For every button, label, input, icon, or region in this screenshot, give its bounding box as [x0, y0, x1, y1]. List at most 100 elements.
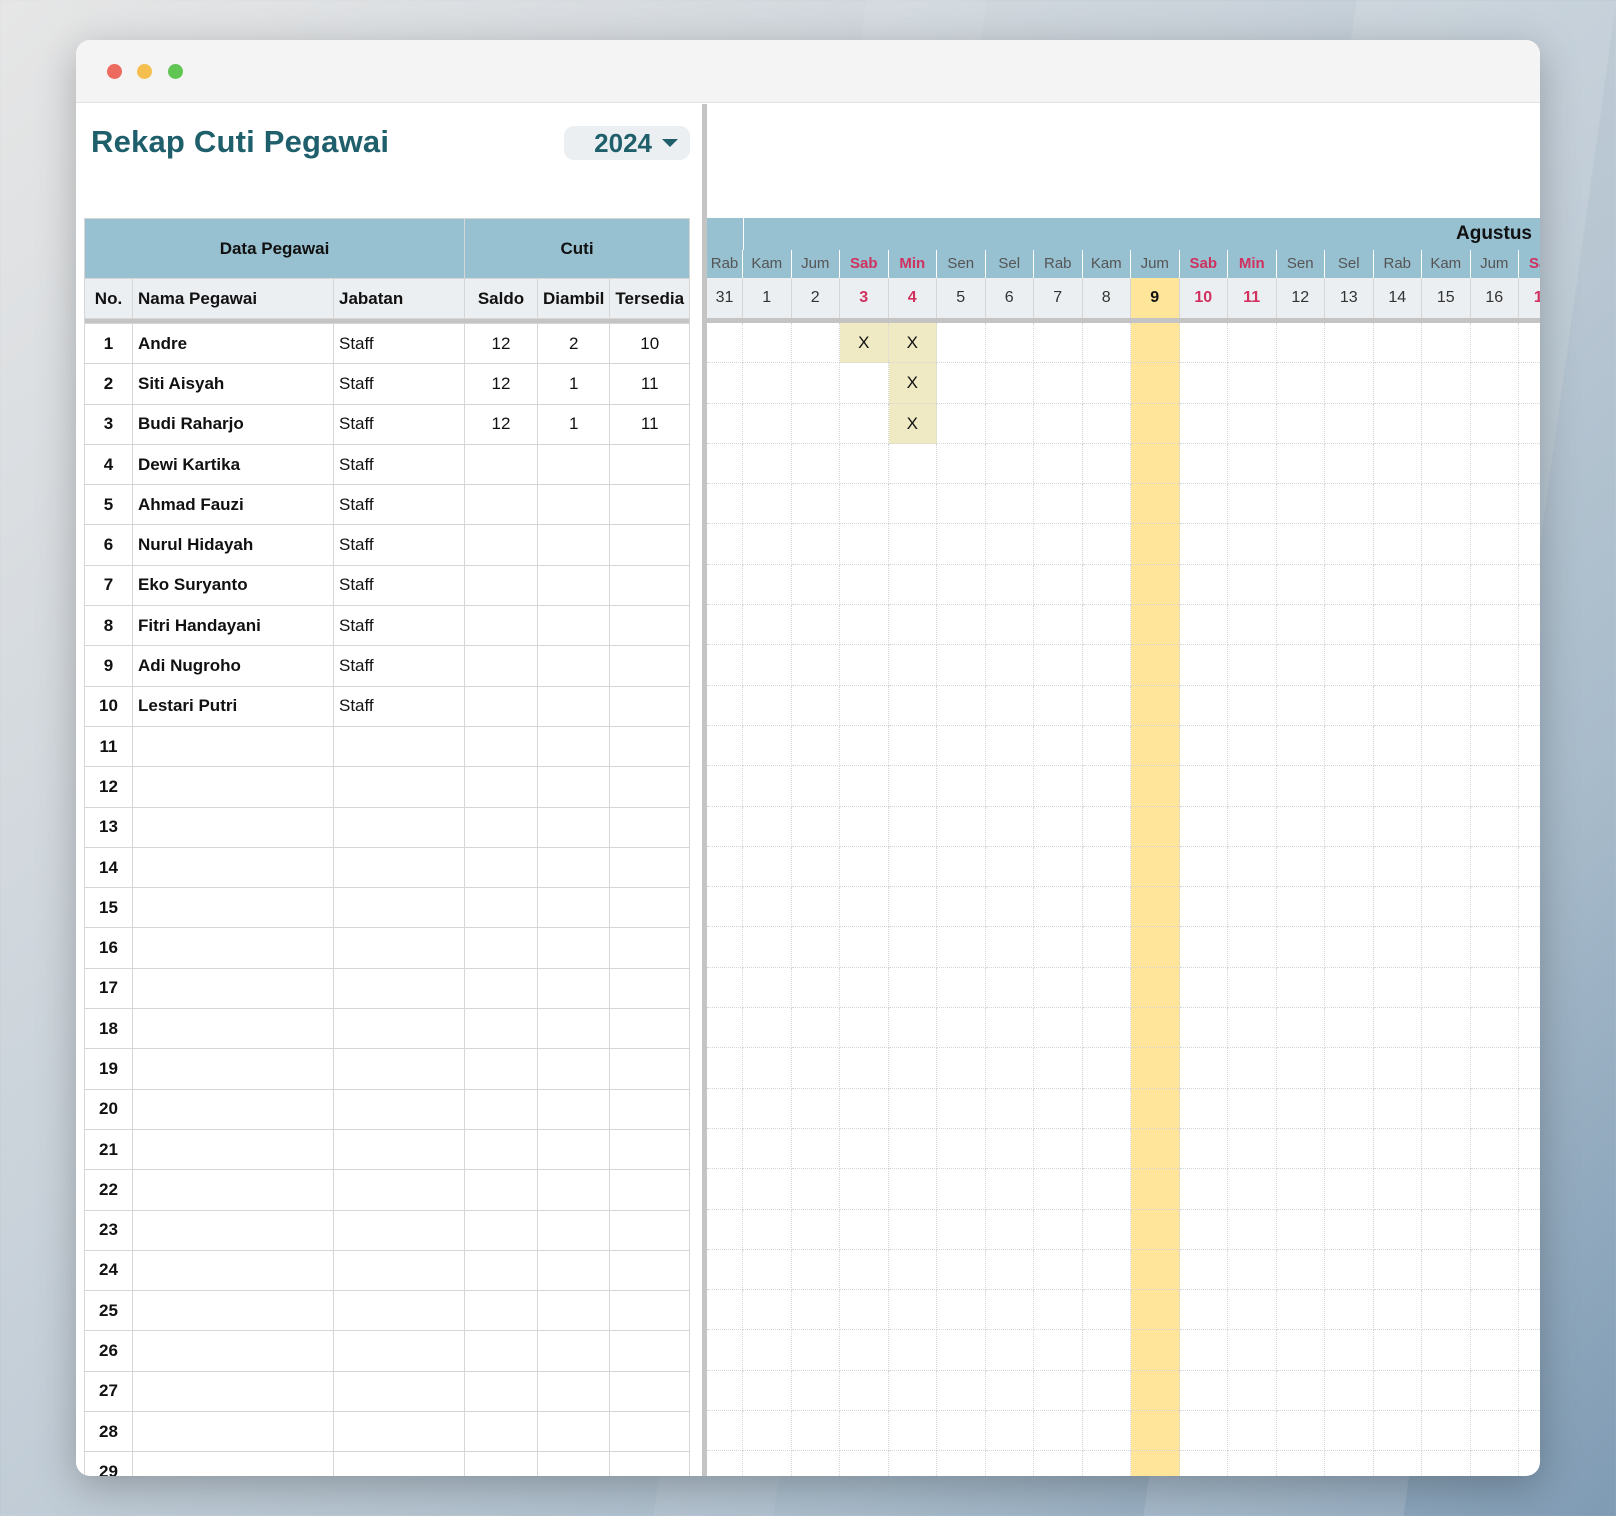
calendar-cell[interactable]	[707, 1008, 743, 1049]
calendar-cell[interactable]	[1519, 686, 1540, 726]
saldo-cell[interactable]	[464, 806, 538, 848]
row-number[interactable]: 3	[84, 403, 133, 445]
calendar-cell[interactable]	[743, 1169, 792, 1210]
calendar-cell[interactable]	[1276, 1330, 1325, 1371]
calendar-cell[interactable]	[1373, 1370, 1422, 1412]
calendar-cell[interactable]	[1422, 443, 1471, 485]
calendar-cell[interactable]	[1325, 1330, 1374, 1371]
calendar-cell[interactable]	[1519, 887, 1540, 928]
calendar-cell[interactable]	[1276, 1411, 1325, 1452]
calendar-cell[interactable]	[1325, 443, 1374, 485]
calendar-cell[interactable]	[1082, 1169, 1131, 1210]
calendar-cell[interactable]	[1131, 323, 1180, 364]
calendar-cell[interactable]	[1470, 887, 1519, 928]
tersedia-cell[interactable]	[609, 484, 691, 526]
calendar-cell[interactable]	[840, 1008, 889, 1049]
saldo-cell[interactable]	[464, 1128, 538, 1171]
calendar-cell[interactable]	[707, 766, 743, 807]
calendar-cell[interactable]	[1470, 605, 1519, 646]
calendar-cell[interactable]	[1034, 1169, 1083, 1210]
calendar-cell[interactable]	[1131, 1048, 1180, 1089]
calendar-cell[interactable]	[1228, 967, 1277, 1009]
row-number[interactable]: 23	[84, 1209, 133, 1251]
calendar-cell[interactable]	[1325, 1249, 1374, 1291]
calendar-cell[interactable]	[937, 564, 986, 606]
tersedia-cell[interactable]	[609, 806, 691, 848]
calendar-cell[interactable]	[937, 645, 986, 686]
calendar-cell[interactable]	[1131, 605, 1180, 646]
calendar-cell[interactable]	[888, 1290, 937, 1331]
leave-mark-cell[interactable]: X	[840, 323, 889, 364]
calendar-cell[interactable]	[1276, 1209, 1325, 1250]
calendar-cell[interactable]	[791, 645, 840, 686]
row-number[interactable]: 6	[84, 524, 133, 566]
calendar-cell[interactable]	[1325, 323, 1374, 364]
calendar-cell[interactable]	[1179, 766, 1228, 807]
calendar-cell[interactable]	[1179, 967, 1228, 1009]
diambil-cell[interactable]	[536, 1008, 611, 1050]
row-number[interactable]: 18	[84, 1008, 133, 1050]
calendar-cell[interactable]	[840, 524, 889, 565]
calendar-cell[interactable]	[1519, 1451, 1540, 1476]
diambil-cell[interactable]	[536, 725, 611, 768]
calendar-cell[interactable]	[1470, 564, 1519, 606]
calendar-cell[interactable]	[1082, 645, 1131, 686]
calendar-cell[interactable]	[1422, 1249, 1471, 1291]
day-number-label[interactable]: 4	[888, 278, 937, 318]
row-number[interactable]: 9	[84, 645, 133, 687]
calendar-cell[interactable]	[1228, 1209, 1277, 1250]
calendar-cell[interactable]	[1082, 887, 1131, 928]
calendar-cell[interactable]	[1131, 1290, 1180, 1331]
calendar-cell[interactable]	[1228, 846, 1277, 888]
calendar-cell[interactable]	[1082, 1048, 1131, 1089]
calendar-cell[interactable]	[1034, 1128, 1083, 1170]
row-number[interactable]: 16	[84, 927, 133, 969]
calendar-cell[interactable]	[1034, 524, 1083, 565]
calendar-cell[interactable]	[888, 1128, 937, 1170]
calendar-cell[interactable]	[1519, 726, 1540, 767]
calendar-cell[interactable]	[743, 1088, 792, 1129]
calendar-cell[interactable]	[1131, 725, 1180, 767]
calendar-cell[interactable]	[1470, 1088, 1519, 1129]
position-cell[interactable]	[333, 927, 465, 969]
calendar-cell[interactable]	[1228, 766, 1277, 807]
calendar-cell[interactable]	[1131, 766, 1180, 807]
diambil-cell[interactable]: 1	[536, 363, 611, 405]
calendar-cell[interactable]	[937, 1451, 986, 1476]
calendar-cell[interactable]	[937, 605, 986, 646]
employee-name-cell[interactable]	[132, 1290, 334, 1332]
calendar-cell[interactable]	[888, 725, 937, 767]
calendar-cell[interactable]	[937, 1048, 986, 1089]
saldo-cell[interactable]	[464, 605, 538, 647]
calendar-cell[interactable]	[1276, 605, 1325, 646]
employee-name-cell[interactable]	[132, 725, 334, 768]
calendar-cell[interactable]	[937, 1008, 986, 1049]
calendar-cell[interactable]	[840, 1128, 889, 1170]
calendar-cell[interactable]	[1519, 1290, 1540, 1331]
calendar-cell[interactable]	[791, 1411, 840, 1452]
calendar-cell[interactable]	[707, 323, 743, 364]
calendar-cell[interactable]	[1470, 1370, 1519, 1412]
day-number-label[interactable]: 31	[707, 278, 743, 318]
calendar-cell[interactable]	[840, 1249, 889, 1291]
employee-name-cell[interactable]: Budi Raharjo	[132, 403, 334, 445]
calendar-cell[interactable]	[1276, 443, 1325, 485]
calendar-cell[interactable]	[1325, 403, 1374, 444]
calendar-cell[interactable]	[1034, 605, 1083, 646]
calendar-cell[interactable]	[707, 1048, 743, 1089]
row-number[interactable]: 8	[84, 605, 133, 647]
calendar-cell[interactable]	[937, 1128, 986, 1170]
calendar-cell[interactable]	[1131, 927, 1180, 968]
calendar-cell[interactable]	[840, 1411, 889, 1452]
employee-name-cell[interactable]: Fitri Handayani	[132, 605, 334, 647]
calendar-cell[interactable]	[1131, 1209, 1180, 1250]
calendar-cell[interactable]	[707, 685, 743, 726]
column-header-no[interactable]: No.	[84, 278, 133, 319]
calendar-cell[interactable]	[707, 927, 743, 968]
calendar-cell[interactable]	[840, 564, 889, 606]
calendar-cell[interactable]	[937, 524, 986, 565]
calendar-cell[interactable]	[1325, 1451, 1374, 1476]
row-number[interactable]: 11	[84, 725, 133, 768]
calendar-cell[interactable]	[707, 564, 743, 606]
tersedia-cell[interactable]	[609, 1088, 691, 1130]
